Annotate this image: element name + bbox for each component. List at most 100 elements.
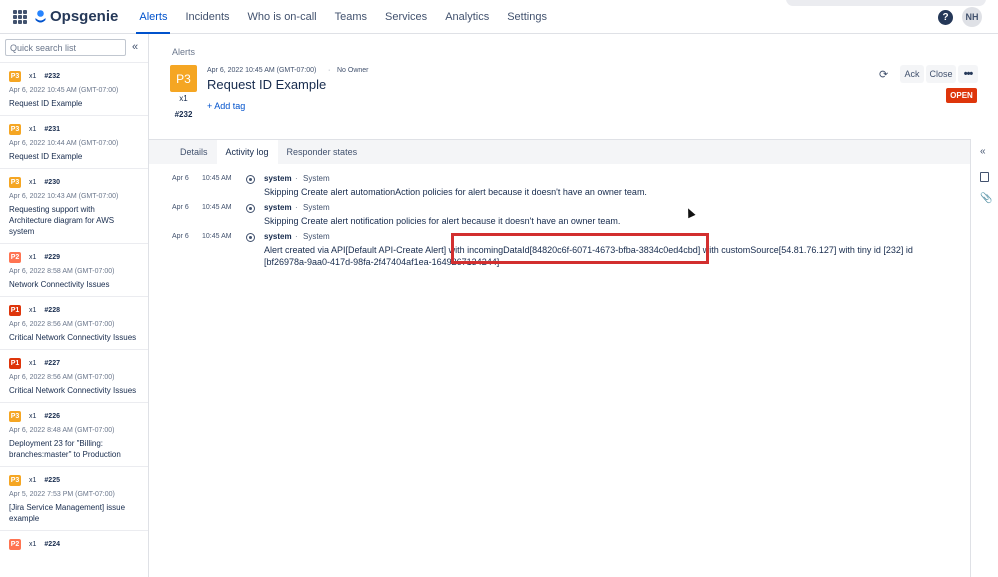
system-icon [246,175,255,184]
alert-number: #225 [44,476,60,484]
alert-title: Request ID Example [9,99,83,108]
alert-number: #232 [174,110,193,119]
alert-item-header: P3 x1 #231 [9,123,139,135]
app-switcher-icon[interactable] [13,9,27,24]
nav-who-is-on-call[interactable]: Who is on-call [239,0,326,34]
priority-badge: P3 [9,410,21,422]
highlight-box [451,233,709,264]
user-avatar[interactable]: NH [962,7,982,27]
alert-title: Critical Network Connectivity Issues [9,386,137,395]
breadcrumb[interactable]: Alerts [172,47,195,57]
alert-count: x1 [29,359,37,367]
separator-dot: · [328,67,331,74]
more-actions-button[interactable]: ••• [958,65,978,83]
alert-count: x1 [29,72,37,80]
alert-list: P3 x1 #232 Apr 6, 2022 10:45 AM (GMT-07:00)… [0,62,148,556]
log-message: Skipping Create alert notification polic… [264,216,621,226]
nav-alerts[interactable]: Alerts [130,0,176,34]
alert-count: x1 [179,94,188,103]
alert-item-header: P1 x1 #228 [9,304,139,316]
priority-badge: P2 [9,251,21,263]
alert-list-item[interactable]: P1 x1 #227 Apr 6, 2022 8:56 AM (GMT-07:00) C… [0,349,148,402]
log-message: Skipping Create alert automationAction p… [264,187,647,197]
help-icon[interactable]: ? [938,10,953,25]
alert-list-item[interactable]: P3 x1 #225 Apr 5, 2022 7:53 PM (GMT-07:00) [… [0,466,148,530]
nav-teams[interactable]: Teams [326,0,376,34]
brand-name: Opsgenie [50,8,119,25]
alert-list-item[interactable]: P2 x1 #224 [0,530,148,556]
alert-number: #232 [44,72,60,80]
alert-list-item[interactable]: P2 x1 #229 Apr 6, 2022 8:58 AM (GMT-07:00) N… [0,243,148,296]
alert-title: Critical Network Connectivity Issues [9,333,137,342]
add-tag-link[interactable]: + Add tag [207,101,245,111]
alert-date: Apr 6, 2022 8:56 AM (GMT-07:00) [9,374,115,381]
alert-list-item[interactable]: P3 x1 #231 Apr 6, 2022 10:44 AM (GMT-07:00)… [0,115,148,168]
priority-badge: P2 [9,538,21,550]
alert-title: Requesting support with Architecture dia… [9,205,115,236]
alert-list-item[interactable]: P1 x1 #228 Apr 6, 2022 8:56 AM (GMT-07:00) C… [0,296,148,349]
refresh-icon[interactable]: ⟳ [879,68,888,81]
priority-badge[interactable]: P3 [170,65,197,92]
alert-count: x1 [29,476,37,484]
opsgenie-logo[interactable]: Opsgenie [35,8,118,25]
priority-badge: P3 [9,123,21,135]
separator-dot: · [295,174,298,183]
nav-analytics[interactable]: Analytics [436,0,498,34]
close-button[interactable]: Close [926,65,956,83]
global-search-bar[interactable] [786,0,986,6]
alert-date: Apr 6, 2022 8:56 AM (GMT-07:00) [9,321,115,328]
nav-services[interactable]: Services [376,0,436,34]
alert-item-header: P3 x1 #232 [9,70,139,82]
alert-count: x1 [29,253,37,261]
alert-number: #227 [44,359,60,367]
notes-icon[interactable] [980,172,989,182]
priority-badge: P3 [9,70,21,82]
right-rail: « 📎 [970,139,998,577]
tab-responder-states[interactable]: Responder states [278,140,367,164]
alert-number: #228 [44,306,60,314]
alert-list-item[interactable]: P3 x1 #230 Apr 6, 2022 10:43 AM (GMT-07:00)… [0,168,148,243]
priority-badge: P3 [9,176,21,188]
alert-date: Apr 6, 2022 10:43 AM (GMT-07:00) [9,193,119,200]
alert-date: Apr 6, 2022 10:44 AM (GMT-07:00) [9,140,119,147]
alert-count: x1 [29,306,37,314]
alert-number: #224 [44,540,60,548]
alert-item-header: P3 x1 #226 [9,410,139,422]
log-source: System [303,174,330,183]
log-time: 10:45 AM [202,204,232,211]
priority-badge: P3 [9,474,21,486]
detail-tabs: Details Activity log Responder states [149,140,970,164]
attachment-icon[interactable]: 📎 [980,193,992,204]
tab-activity-log[interactable]: Activity log [216,140,278,164]
opsgenie-logo-icon [35,9,46,22]
log-date: Apr 6 [172,175,189,182]
system-icon [246,233,255,242]
alert-owner[interactable]: No Owner [337,67,369,74]
alert-date: Apr 6, 2022 8:48 AM (GMT-07:00) [9,427,115,434]
system-icon [246,204,255,213]
priority-badge: P1 [9,304,21,316]
alert-title: Request ID Example [9,152,83,161]
alert-count: x1 [29,125,37,133]
log-source: System [303,232,330,241]
status-badge: OPEN [946,88,977,103]
alert-list-item[interactable]: P3 x1 #226 Apr 6, 2022 8:48 AM (GMT-07:00) D… [0,402,148,466]
alert-list-item[interactable]: P3 x1 #232 Apr 6, 2022 10:45 AM (GMT-07:00)… [0,62,148,115]
alert-item-header: P3 x1 #225 [9,474,139,486]
alert-date: Apr 6, 2022 10:45 AM (GMT-07:00) [207,67,317,74]
quick-search-input[interactable] [5,39,126,56]
nav-settings[interactable]: Settings [498,0,556,34]
double-chevron-left-icon[interactable]: « [132,41,138,53]
alert-title: Request ID Example [207,77,327,92]
alert-number: #231 [44,125,60,133]
nav-incidents[interactable]: Incidents [176,0,238,34]
alert-detail: Alerts P3 x1 #232 Apr 6, 2022 10:45 AM (… [149,34,998,577]
alert-date: Apr 6, 2022 10:45 AM (GMT-07:00) [9,87,119,94]
tab-details[interactable]: Details [171,140,217,164]
alert-count: x1 [29,178,37,186]
alert-item-header: P3 x1 #230 [9,176,139,188]
alert-count: x1 [29,412,37,420]
separator-dot: · [295,232,298,241]
ack-button[interactable]: Ack [900,65,924,83]
double-chevron-left-icon[interactable]: « [980,146,986,157]
